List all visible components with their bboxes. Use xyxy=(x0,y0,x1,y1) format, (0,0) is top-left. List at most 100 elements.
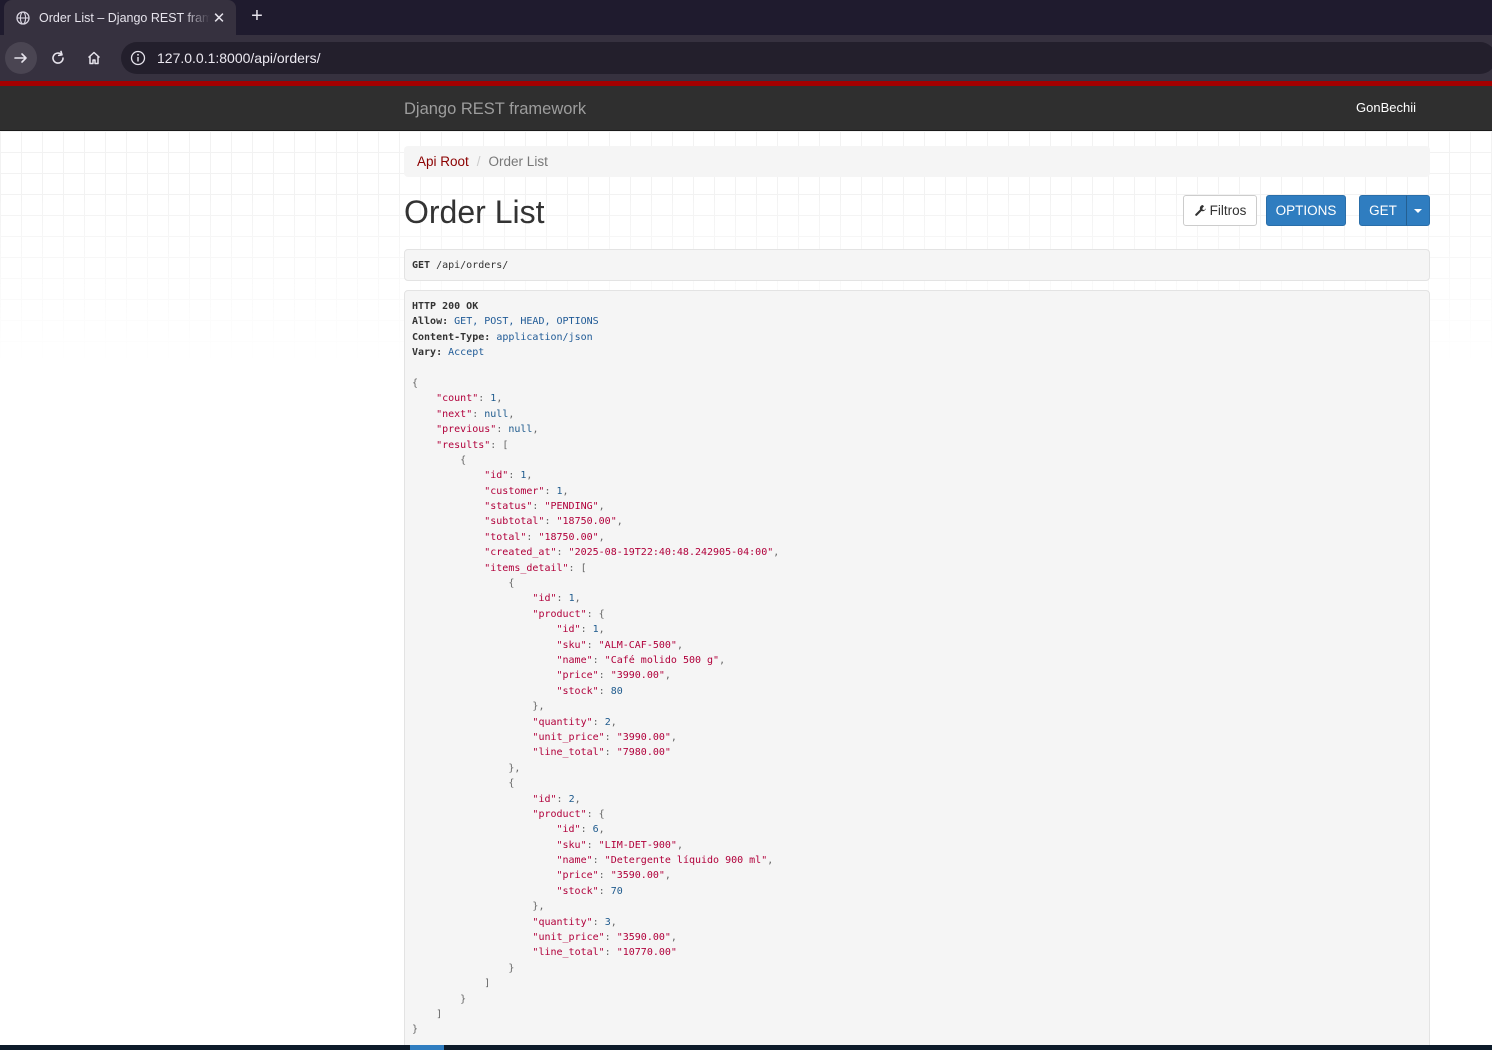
header-key: Allow: xyxy=(412,316,449,328)
close-icon[interactable]: ✕ xyxy=(210,9,228,27)
json-line: } xyxy=(412,1022,1422,1037)
user-menu[interactable]: GonBechii xyxy=(1356,100,1416,115)
json-punct: : xyxy=(598,870,611,882)
json-punct: : xyxy=(604,947,617,959)
json-punct: : xyxy=(544,485,557,497)
request-path: /api/orders/ xyxy=(436,259,509,271)
json-punct: , xyxy=(610,716,617,728)
json-key: "product" xyxy=(532,808,587,820)
json-punct: : xyxy=(586,608,599,620)
request-info: GET /api/orders/ xyxy=(404,249,1430,281)
json-line: "unit_price": "3590.00", xyxy=(412,930,1422,945)
json-punct: { xyxy=(508,778,515,790)
json-punct: : xyxy=(580,624,593,636)
json-punct: , xyxy=(562,485,569,497)
wrench-icon xyxy=(1194,204,1207,217)
browser-tab[interactable]: Order List – Django REST framework ✕ xyxy=(4,0,236,35)
json-line: { xyxy=(412,376,1422,391)
taskbar-active-app xyxy=(410,1045,444,1050)
json-line: "sku": "LIM-DET-900", xyxy=(412,838,1422,853)
filters-button[interactable]: Filtros xyxy=(1183,195,1257,226)
browser-tabstrip: Order List – Django REST framework ✕ + xyxy=(0,0,1492,35)
json-punct: : xyxy=(592,716,605,728)
json-punct: : xyxy=(604,932,617,944)
json-punct: ] xyxy=(484,978,491,990)
json-string: "3590.00" xyxy=(610,870,665,882)
request-method: GET xyxy=(412,259,431,271)
json-line: ] xyxy=(412,1007,1422,1022)
json-line: "stock": 80 xyxy=(412,684,1422,699)
plus-icon[interactable]: + xyxy=(246,5,268,27)
json-punct: , xyxy=(574,593,581,605)
json-punct: : xyxy=(532,501,545,513)
get-button[interactable]: GET xyxy=(1359,195,1407,226)
options-button[interactable]: OPTIONS xyxy=(1266,195,1346,226)
breadcrumb: Api Root / Order List xyxy=(404,146,1430,177)
json-key: "id" xyxy=(532,593,557,605)
json-line: "sku": "ALM-CAF-500", xyxy=(412,638,1422,653)
json-punct: , xyxy=(664,870,671,882)
json-line: { xyxy=(412,576,1422,591)
brand-link[interactable]: Django REST framework xyxy=(404,100,586,119)
json-line: "quantity": 2, xyxy=(412,715,1422,730)
json-string: "18750.00" xyxy=(556,516,617,528)
json-key: "id" xyxy=(556,624,581,636)
json-punct: , xyxy=(610,916,617,928)
json-punct: : xyxy=(586,839,599,851)
home-icon[interactable] xyxy=(78,42,110,74)
json-punct: , xyxy=(496,393,503,405)
json-key: "customer" xyxy=(484,485,545,497)
info-icon[interactable] xyxy=(129,49,147,67)
json-key: "stock" xyxy=(556,685,599,697)
json-line: ] xyxy=(412,976,1422,991)
json-string: "ALM-CAF-500" xyxy=(598,639,677,651)
json-punct: { xyxy=(598,808,605,820)
json-punct: , xyxy=(598,531,605,543)
json-key: "id" xyxy=(484,470,509,482)
json-string: "3990.00" xyxy=(616,731,671,743)
get-format-dropdown[interactable] xyxy=(1406,195,1430,226)
json-punct: }, xyxy=(532,701,545,713)
json-string: "Detergente líquido 900 ml" xyxy=(604,855,768,867)
json-key: "price" xyxy=(556,870,599,882)
browser-toolbar: 127.0.0.1:8000/api/orders/ xyxy=(0,35,1492,81)
json-line: "items_detail": [ xyxy=(412,561,1422,576)
json-line: { xyxy=(412,776,1422,791)
json-punct: [ xyxy=(580,562,587,574)
json-number: 70 xyxy=(610,885,623,897)
tab-title: Order List – Django REST framework xyxy=(39,10,210,25)
caret-down-icon xyxy=(1414,208,1422,213)
json-punct: : xyxy=(592,855,605,867)
json-punct: : xyxy=(586,808,599,820)
breadcrumb-separator: / xyxy=(476,154,481,169)
json-punct: : xyxy=(598,685,611,697)
json-punct: } xyxy=(508,962,515,974)
header-key: Vary: xyxy=(412,347,443,359)
json-punct: : xyxy=(526,531,539,543)
json-line: "price": "3990.00", xyxy=(412,668,1422,683)
forward-arrow-icon[interactable] xyxy=(5,42,37,74)
json-line: "created_at": "2025-08-19T22:40:48.24290… xyxy=(412,545,1422,560)
json-line: "count": 1, xyxy=(412,391,1422,406)
json-string: "10770.00" xyxy=(616,947,677,959)
json-punct: : xyxy=(604,747,617,759)
breadcrumb-api-root[interactable]: Api Root xyxy=(417,154,469,169)
json-line: } xyxy=(412,992,1422,1007)
top-navbar: Django REST framework GonBechii xyxy=(0,86,1492,131)
json-punct: : xyxy=(472,408,485,420)
json-string: "18750.00" xyxy=(538,531,599,543)
json-key: "id" xyxy=(532,793,557,805)
json-punct: { xyxy=(412,377,419,389)
address-bar[interactable]: 127.0.0.1:8000/api/orders/ xyxy=(121,42,1492,74)
json-punct: : xyxy=(556,593,569,605)
json-line: "product": { xyxy=(412,607,1422,622)
json-line: "id": 6, xyxy=(412,822,1422,837)
json-punct: : xyxy=(478,393,491,405)
json-line: "quantity": 3, xyxy=(412,915,1422,930)
json-punct: , xyxy=(670,932,677,944)
json-key: "count" xyxy=(436,393,479,405)
reload-icon[interactable] xyxy=(42,42,74,74)
json-punct: , xyxy=(670,731,677,743)
json-punct: : xyxy=(544,516,557,528)
json-punct: , xyxy=(676,839,683,851)
